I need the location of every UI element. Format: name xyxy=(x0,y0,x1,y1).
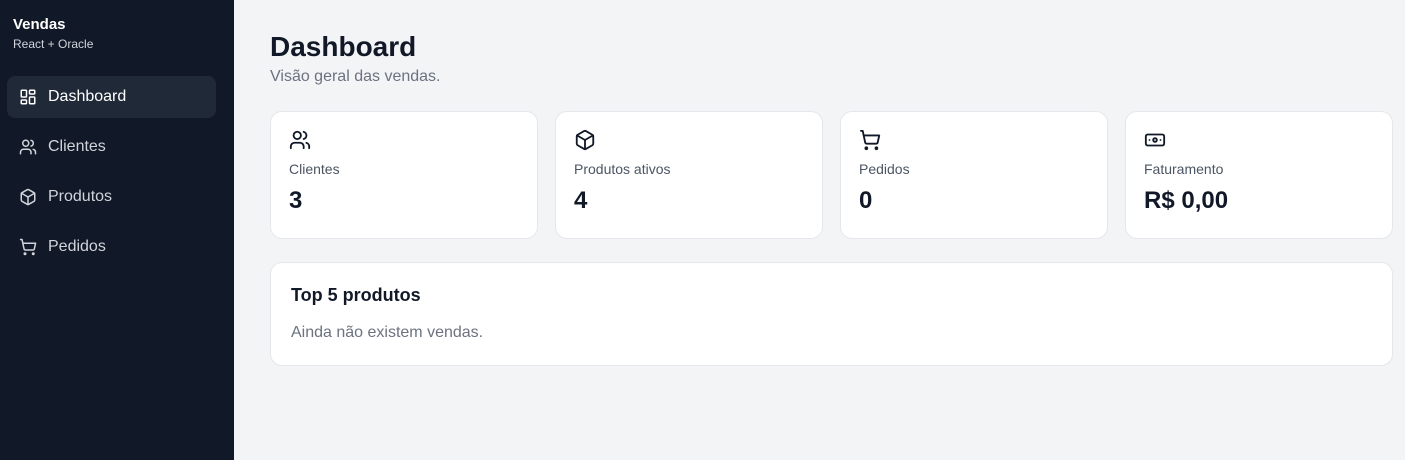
sidebar-nav: Dashboard Clientes Produtos Pedidos xyxy=(0,76,234,268)
stat-label: Produtos ativos xyxy=(574,161,671,177)
top-products-panel: Top 5 produtos Ainda não existem vendas. xyxy=(270,262,1393,366)
sidebar-item-produtos[interactable]: Produtos xyxy=(7,176,216,218)
stat-card-clientes: Clientes 3 xyxy=(270,111,538,239)
sidebar-item-pedidos[interactable]: Pedidos xyxy=(7,226,216,268)
dashboard-icon xyxy=(19,88,37,106)
stat-value: 0 xyxy=(859,187,873,214)
stat-value: 3 xyxy=(289,187,303,214)
stats-cards: Clientes 3 Produtos ativos 4 Pedidos 0 F… xyxy=(270,111,1393,239)
stat-value: R$ 0,00 xyxy=(1144,187,1229,214)
box-icon xyxy=(574,129,596,151)
sidebar-item-label: Clientes xyxy=(48,138,106,155)
brand-title: Vendas xyxy=(13,16,66,33)
sidebar-item-label: Pedidos xyxy=(48,238,106,255)
users-icon xyxy=(289,129,311,151)
brand-subtitle: React + Oracle xyxy=(13,37,94,51)
stat-value: 4 xyxy=(574,187,588,214)
stat-label: Pedidos xyxy=(859,161,910,177)
cart-icon xyxy=(859,129,881,151)
cart-icon xyxy=(19,238,37,256)
sidebar-item-label: Dashboard xyxy=(48,88,127,105)
main-content: Dashboard Visão geral das vendas. Client… xyxy=(234,0,1405,460)
brand: Vendas React + Oracle xyxy=(0,16,234,51)
stat-card-faturamento: Faturamento R$ 0,00 xyxy=(1125,111,1393,239)
stat-card-pedidos: Pedidos 0 xyxy=(840,111,1108,239)
users-icon xyxy=(19,138,37,156)
page-subtitle: Visão geral das vendas. xyxy=(270,68,441,85)
sidebar-item-dashboard[interactable]: Dashboard xyxy=(7,76,216,118)
sidebar-item-label: Produtos xyxy=(48,188,113,205)
money-icon xyxy=(1144,129,1166,151)
stat-label: Faturamento xyxy=(1144,161,1224,177)
empty-message: Ainda não existem vendas. xyxy=(291,324,484,341)
stat-card-produtos: Produtos ativos 4 xyxy=(555,111,823,239)
sidebar-item-clientes[interactable]: Clientes xyxy=(7,126,216,168)
panel-title: Top 5 produtos xyxy=(291,285,421,305)
stat-label: Clientes xyxy=(289,161,340,177)
sidebar: Vendas React + Oracle Dashboard Clientes… xyxy=(0,0,234,460)
box-icon xyxy=(19,188,37,206)
page-title: Dashboard xyxy=(270,31,417,62)
